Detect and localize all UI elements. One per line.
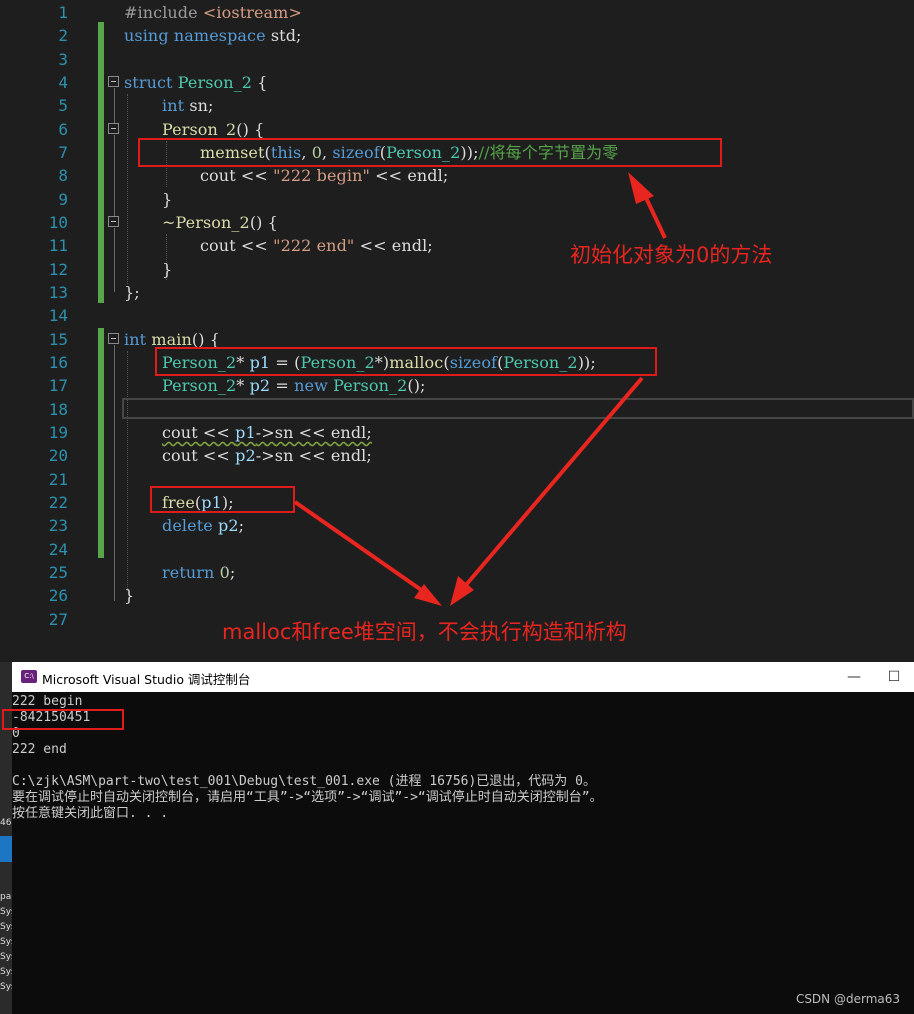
annotation-malloc-free: malloc和free堆空间，不会执行构造和析构: [222, 620, 627, 644]
console-title: Microsoft Visual Studio 调试控制台: [42, 672, 251, 687]
maximize-button[interactable]: ☐: [874, 662, 914, 692]
garbage-value-highlight-box: [2, 709, 124, 730]
strip-text: Sys: [0, 982, 12, 992]
debug-console-window[interactable]: C:\ Microsoft Visual Studio 调试控制台 — ☐ 22…: [2, 662, 914, 1014]
strip-text: Sys: [0, 952, 12, 962]
strip-text: Sys: [0, 922, 12, 932]
arrow-icon: [293, 172, 667, 606]
console-output-line: 222 begin: [12, 694, 83, 709]
console-output-line: 要在调试停止时自动关闭控制台，请启用“工具”->“选项”->“调试”->“调试停…: [12, 790, 603, 805]
console-app-icon: C:\: [21, 670, 37, 683]
minimize-button[interactable]: —: [834, 662, 874, 692]
console-output-line: 按任意键关闭此窗口. . .: [12, 806, 169, 821]
strip-text: Sys: [0, 937, 12, 947]
strip-text: Sys: [0, 907, 12, 917]
strip-text: pa: [0, 892, 12, 902]
console-output-line: 222 end: [12, 742, 67, 757]
watermark: CSDN @derma63: [795, 992, 900, 1006]
annotation-init-zero: 初始化对象为0的方法: [570, 243, 773, 267]
strip-accent: [0, 836, 12, 862]
console-titlebar[interactable]: C:\ Microsoft Visual Studio 调试控制台 — ☐: [12, 662, 914, 692]
strip-text: Sys: [0, 967, 12, 977]
code-editor[interactable]: 1 2 3 4 5 6 7 8 9 10 11 12 13 14 15 16 1…: [0, 0, 914, 662]
strip-text: 46: [0, 818, 12, 828]
console-output-line: C:\zjk\ASM\part-two\test_001\Debug\test_…: [12, 774, 596, 789]
